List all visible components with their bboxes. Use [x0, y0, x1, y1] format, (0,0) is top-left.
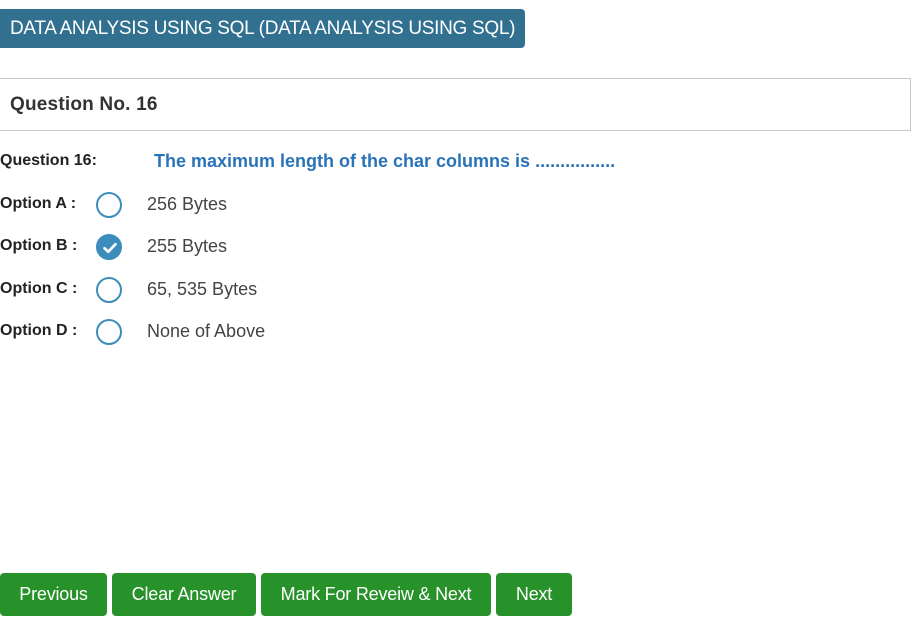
- option-row-a: Option A : 256 Bytes: [0, 192, 600, 220]
- option-b-text[interactable]: 255 Bytes: [147, 236, 227, 257]
- question-header-panel: Question No. 16: [0, 78, 911, 131]
- question-text: The maximum length of the char columns i…: [154, 151, 616, 171]
- option-a-text[interactable]: 256 Bytes: [147, 194, 227, 215]
- option-d-text[interactable]: None of Above: [147, 321, 265, 342]
- option-c-radio[interactable]: [96, 277, 122, 303]
- question-label: Question 16:: [0, 152, 97, 169]
- next-button[interactable]: Next: [496, 573, 572, 616]
- option-c-text[interactable]: 65, 535 Bytes: [147, 279, 257, 300]
- clear-answer-button[interactable]: Clear Answer: [112, 573, 256, 616]
- option-row-d: Option D : None of Above: [0, 319, 600, 347]
- option-a-label: Option A :: [0, 195, 77, 212]
- option-b-radio[interactable]: [96, 234, 122, 260]
- previous-button[interactable]: Previous: [0, 573, 107, 616]
- check-icon: [103, 242, 117, 254]
- subject-title-badge: DATA ANALYSIS USING SQL (DATA ANALYSIS U…: [0, 9, 526, 48]
- question-row: Question 16: The maximum length of the c…: [0, 151, 917, 174]
- option-d-label: Option D :: [0, 322, 78, 339]
- option-b-label: Option B :: [0, 237, 78, 254]
- option-a-radio[interactable]: [96, 192, 122, 218]
- option-d-radio[interactable]: [96, 319, 122, 345]
- option-row-b: Option B : 255 Bytes: [0, 234, 600, 262]
- question-number-title: Question No. 16: [10, 94, 158, 115]
- mark-review-next-button[interactable]: Mark For Reveiw & Next: [261, 573, 491, 616]
- option-row-c: Option C : 65, 535 Bytes: [0, 277, 600, 305]
- option-c-label: Option C :: [0, 280, 78, 297]
